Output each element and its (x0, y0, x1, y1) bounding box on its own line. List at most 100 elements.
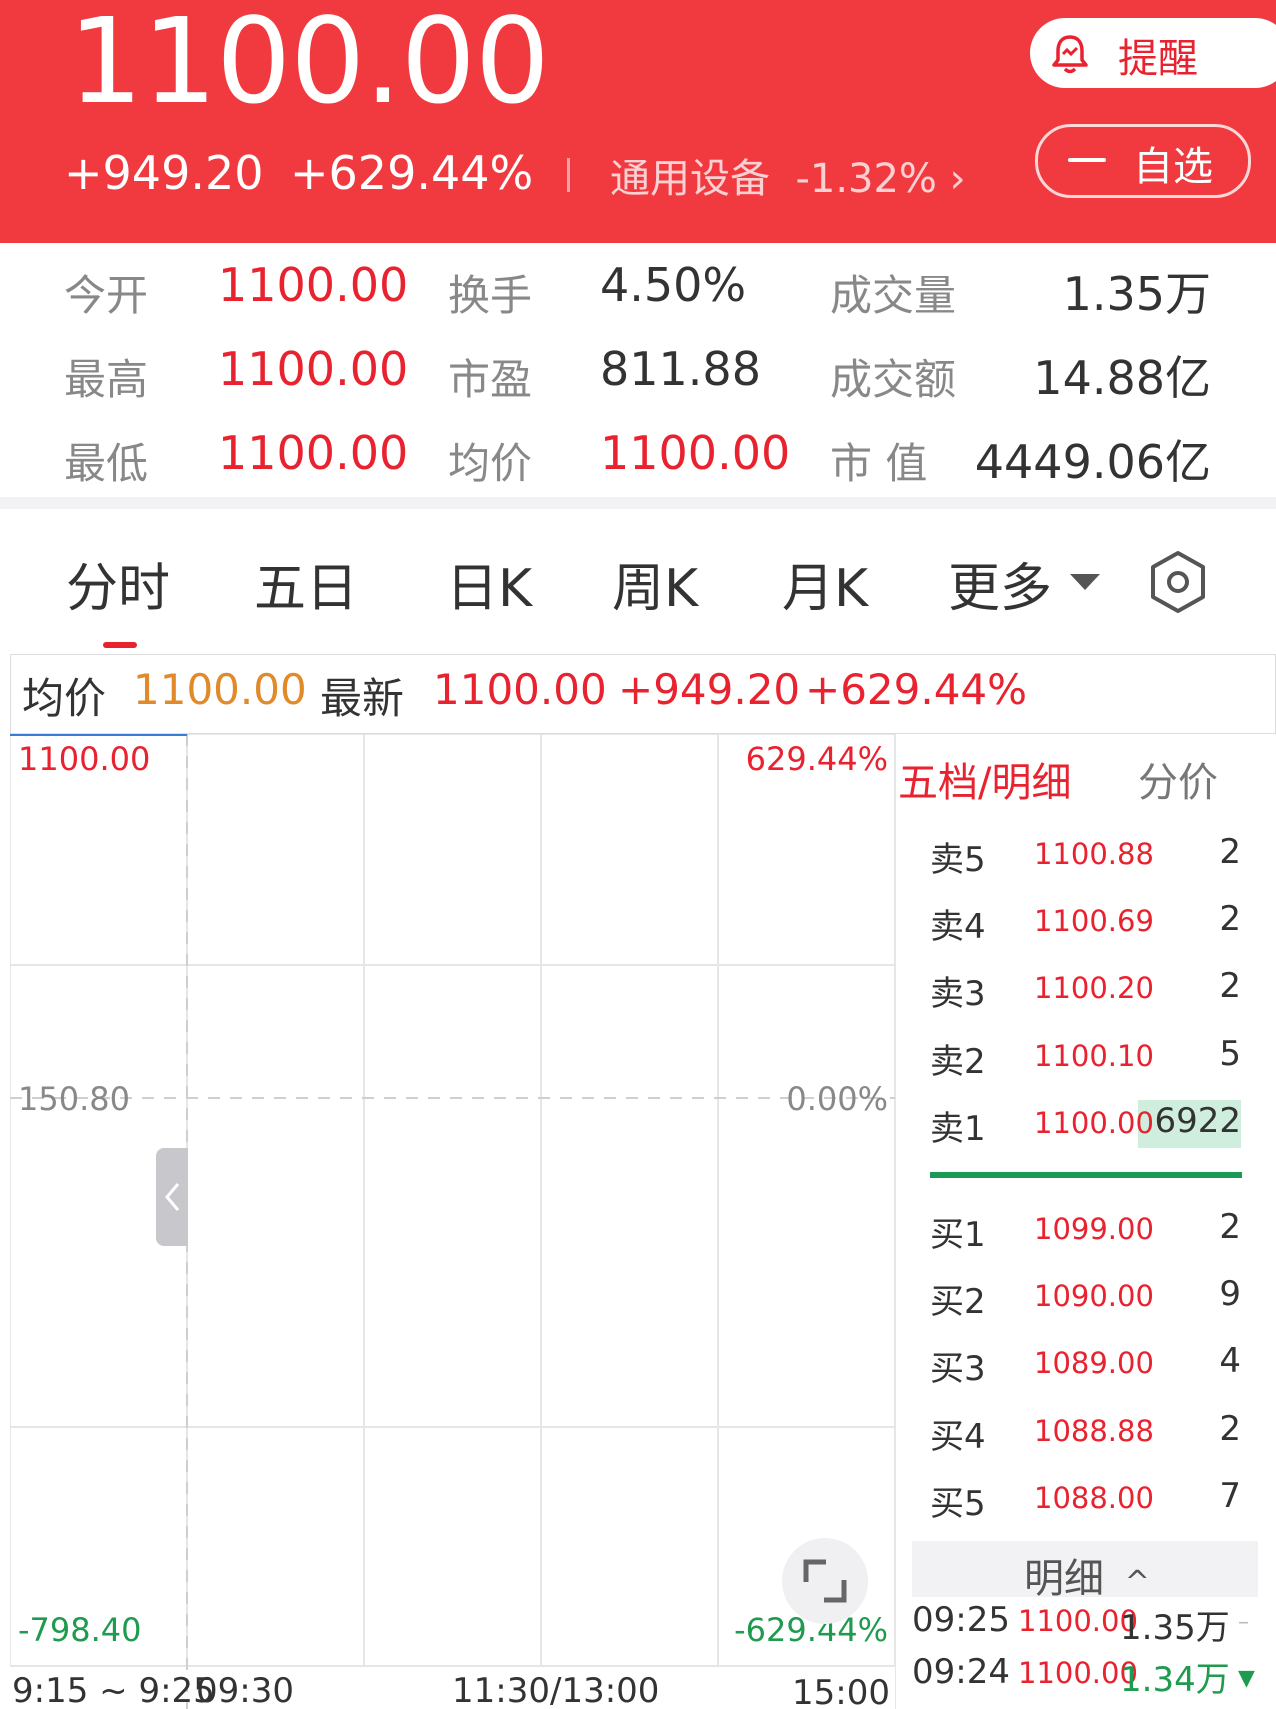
ask-label: 卖5 (930, 840, 986, 880)
ask-price: 1100.88 (1034, 837, 1154, 871)
bid-price: 1090.00 (1034, 1279, 1154, 1313)
latest-label: 最新 (320, 674, 405, 723)
stat-label-open: 今开 (64, 271, 149, 320)
bid-price: 1089.00 (1034, 1346, 1154, 1380)
flat-indicator-icon: – (1238, 1610, 1249, 1635)
bid-label: 买1 (930, 1215, 986, 1255)
tab-order-book[interactable]: 五档/明细 (898, 750, 1071, 808)
sector-change: -1.32% (795, 156, 937, 202)
ask-volume: 2 (1219, 832, 1241, 872)
y-axis-label-right: 0.00% (786, 1080, 888, 1118)
bid-volume: 4 (1219, 1341, 1241, 1381)
intraday-chart[interactable]: 1100.00150.80-798.40629.44%0.00%-629.44%… (10, 734, 895, 1709)
ask-price: 1100.69 (1034, 904, 1154, 938)
ask-volume: 6922 (1154, 1101, 1241, 1141)
expand-icon (803, 1559, 847, 1603)
trade-volume: 1.35万 (1120, 1608, 1230, 1648)
trade-time: 09:25 (912, 1600, 1010, 1640)
stat-label-amount: 成交额 (830, 355, 957, 404)
tab-more-label: 更多 (948, 559, 1053, 619)
ask-label: 卖1 (930, 1109, 986, 1149)
tab-intraday[interactable]: 分时 (66, 546, 170, 621)
bid-volume: 2 (1219, 1409, 1241, 1449)
tab-monthly-k[interactable]: 月K (782, 546, 868, 621)
stat-label-mktcap: 市 值 (830, 439, 928, 488)
bid-label: 买4 (930, 1417, 986, 1457)
ask-volume: 2 (1219, 899, 1241, 939)
x-axis-label: 15:00 (792, 1673, 890, 1709)
chevron-left-icon (165, 1183, 180, 1211)
stat-value-turnover: 4.50% (600, 258, 747, 312)
panel-divider (895, 734, 896, 1709)
trade-volume: 1.34万 (1120, 1660, 1230, 1700)
watchlist-label: 自选 (1133, 144, 1213, 190)
bid-price: 1088.88 (1034, 1414, 1154, 1448)
minus-icon (1068, 158, 1106, 162)
bell-icon (1052, 35, 1088, 74)
bid-price: 1099.00 (1034, 1212, 1154, 1246)
stat-label-pe: 市盈 (448, 355, 533, 404)
chevron-up-icon: ^ (1124, 1565, 1150, 1600)
collapse-panel-handle[interactable] (156, 1148, 188, 1246)
y-axis-label-left: 150.80 (18, 1080, 130, 1118)
tab-more[interactable]: 更多 (948, 546, 1100, 621)
price-change: +949.20 (64, 146, 264, 200)
bid-volume: 2 (1219, 1207, 1241, 1247)
ask-bid-divider (930, 1172, 1242, 1178)
sector-name: 通用设备 (610, 156, 770, 202)
down-arrow-icon: ▼ (1238, 1666, 1255, 1691)
latest-percent: +629.44% (805, 665, 1028, 714)
stat-value-volume: 1.35万 (1062, 267, 1211, 321)
stat-label-turnover: 换手 (448, 271, 533, 320)
price-change-percent: +629.44% (290, 146, 534, 200)
bid-price: 1088.00 (1034, 1481, 1154, 1515)
avg-value: 1100.00 (133, 665, 307, 714)
ask-price: 1100.00 (1034, 1106, 1154, 1140)
stat-value-high: 1100.00 (218, 342, 409, 396)
ask-price: 1100.10 (1034, 1039, 1154, 1073)
tab-price-distribution[interactable]: 分价 (1138, 750, 1218, 808)
trade-time: 09:24 (912, 1652, 1010, 1692)
current-price: 1100.00 (68, 0, 550, 130)
stat-label-avg: 均价 (448, 439, 533, 488)
ask-label: 卖2 (930, 1042, 986, 1082)
settings-icon[interactable] (1148, 550, 1208, 614)
latest-change: +949.20 (618, 665, 801, 714)
ask-volume: 2 (1219, 966, 1241, 1006)
x-axis-label: 09:30 (196, 1671, 294, 1709)
tab-weekly-k[interactable]: 周K (612, 546, 698, 621)
ask-label: 卖3 (930, 974, 986, 1014)
ask-label: 卖4 (930, 907, 986, 947)
y-axis-label-left: -798.40 (18, 1611, 142, 1649)
bid-label: 买3 (930, 1349, 986, 1389)
ask-price: 1100.20 (1034, 971, 1154, 1005)
x-axis-label: 9:15 ~ 9:25 (12, 1671, 215, 1709)
stat-value-low: 1100.00 (218, 426, 409, 480)
sector-link[interactable]: 通用设备 -1.32% › (610, 146, 966, 204)
header-divider (567, 158, 570, 192)
caret-down-icon (1070, 574, 1100, 590)
bid-volume: 9 (1219, 1274, 1241, 1314)
bid-label: 买2 (930, 1282, 986, 1322)
stat-value-avg: 1100.00 (600, 426, 791, 480)
section-divider (0, 497, 1276, 509)
latest-value: 1100.00 (433, 665, 607, 714)
active-tab-indicator (103, 642, 137, 648)
detail-toggle-label: 明细 ^ (1024, 1546, 1150, 1604)
bid-volume: 7 (1219, 1476, 1241, 1516)
stat-value-amount: 14.88亿 (1033, 351, 1211, 405)
stat-value-pe: 811.88 (600, 342, 761, 396)
y-axis-label-left: 1100.00 (18, 740, 150, 778)
tab-five-day[interactable]: 五日 (254, 546, 358, 621)
x-axis-label: 11:30/13:00 (452, 1671, 659, 1709)
fullscreen-button[interactable] (782, 1538, 868, 1624)
stat-label-high: 最高 (64, 355, 149, 404)
stat-label-low: 最低 (64, 439, 149, 488)
stat-value-open: 1100.00 (218, 258, 409, 312)
avg-label: 均价 (22, 674, 107, 723)
alert-label: 提醒 (1118, 36, 1198, 82)
tab-daily-k[interactable]: 日K (446, 546, 532, 621)
stat-value-mktcap: 4449.06亿 (974, 435, 1211, 489)
y-axis-label-right: 629.44% (746, 740, 888, 778)
bid-label: 买5 (930, 1484, 986, 1524)
